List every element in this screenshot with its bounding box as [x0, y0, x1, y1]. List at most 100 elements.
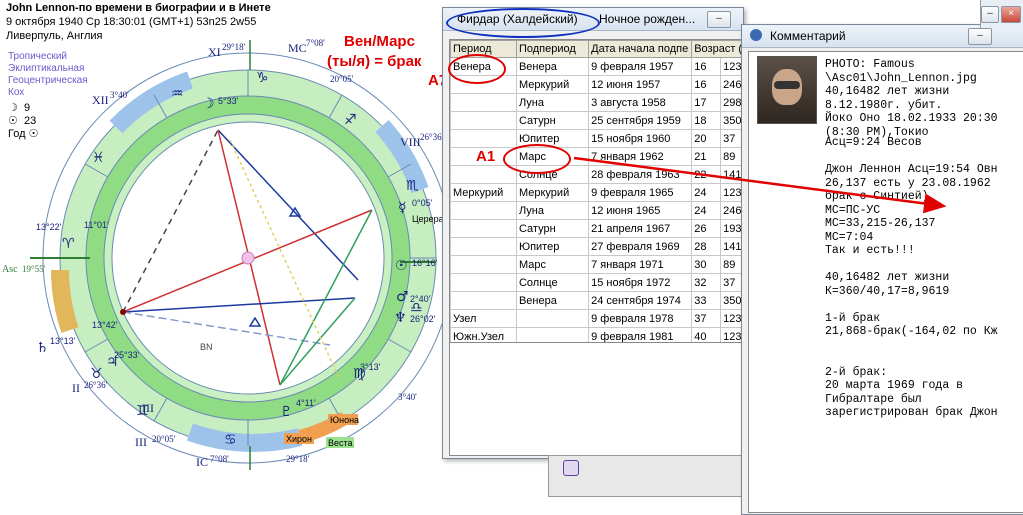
highlight-venus-period [448, 54, 506, 84]
cell-days: 89 [720, 147, 742, 166]
comment-line: Асц=9:24 Весов [825, 136, 922, 149]
minimize-button[interactable]: – [968, 28, 992, 45]
natal-chart-wheel: BN XI 29°18' MC 7°08' XII 3°40' VIII 26°… [2, 38, 445, 470]
cell-days: 123 [720, 309, 742, 328]
cell-age: 22 [691, 165, 722, 184]
mars-icon: ♂ [396, 289, 409, 305]
comment-line: зарегистрирован брак Джон [825, 406, 998, 419]
highlight-firdar-tab [446, 8, 600, 38]
cell-date: 15 ноября 1972 [588, 273, 693, 292]
cell-period [450, 111, 517, 130]
comment-line: Гибралтаре был [825, 392, 922, 406]
cell-date: 9 февраля 1957 [588, 57, 693, 76]
comment-line: МС=ПС-УС [825, 203, 881, 217]
planet-degree: 5°33' [218, 96, 239, 106]
col-start-date[interactable]: Дата начала подпе [588, 40, 693, 58]
annotation-ven-mars: Вен/Марс [344, 33, 415, 50]
table-row[interactable]: Меркурий Меркурий 9 февраля 1965 24 123 [450, 183, 742, 202]
table-row[interactable]: Сатурн 21 апреля 1967 26 193 [450, 219, 742, 238]
cell-period: Южн.Узел [450, 327, 517, 342]
cell-days: 350 [720, 111, 742, 130]
chiron-label: Хирон [286, 434, 312, 444]
cell-period: Меркурий [450, 183, 517, 202]
house-iii-degree: 20°05' [152, 434, 176, 444]
comment-line: \Asc01\John_Lennon.jpg [825, 71, 977, 85]
comment-line [825, 352, 998, 366]
cell-sub [515, 327, 590, 342]
cell-days: 246 [720, 201, 742, 220]
cell-period [450, 255, 517, 274]
moon-icon: ☽ [202, 96, 215, 112]
comment-line: Так и есть!!! [825, 244, 915, 257]
cell-period [450, 273, 517, 292]
mercury-icon: ☿ [398, 200, 407, 216]
cell-period [450, 237, 517, 256]
cell-period [450, 219, 517, 238]
cell-date: 3 августа 1958 [588, 93, 693, 112]
table-row[interactable]: Сатурн 25 сентября 1959 18 350 [450, 111, 742, 130]
capricorn-icon: ♑ [256, 70, 269, 86]
settings-icon[interactable] [563, 460, 579, 476]
comment-line [825, 150, 998, 164]
pisces-icon: ♓ [92, 150, 105, 166]
planet-degree: 4°11' [296, 398, 316, 408]
tab-night-birth[interactable]: Ночное рожден... [599, 12, 695, 26]
cell-date: 21 апреля 1967 [588, 219, 693, 238]
cell-sub: Юпитер [515, 237, 590, 256]
highlight-mars-subperiod [503, 144, 571, 174]
cell-age: 24 [691, 183, 722, 202]
table-row[interactable]: Узел 9 февраля 1978 37 123 [450, 309, 742, 328]
taurus-icon: ♉ [90, 366, 103, 382]
cell-days: 298 [720, 93, 742, 112]
planet-degree: 0°05' [412, 198, 433, 208]
annotation-a1: А1 [476, 148, 496, 165]
cell-sub: Сатурн [515, 219, 590, 238]
planet-degree: 13°13' [50, 336, 76, 346]
minimize-button[interactable]: – [981, 6, 999, 23]
house-iii-label: III [135, 435, 147, 449]
ic-label: IC [196, 455, 208, 469]
cell-age: 33 [691, 291, 722, 310]
table-row[interactable]: Луна 12 июня 1965 24 246 [450, 201, 742, 220]
comment-line: брак с Синтией) [825, 190, 929, 203]
annotation-marriage: (ты/я) = брак [327, 53, 422, 70]
comment-line: PHOTO: Famous [825, 58, 915, 71]
libra-icon: ♎ [410, 300, 423, 316]
app-icon [750, 29, 762, 41]
minimize-button[interactable]: – [707, 11, 731, 28]
close-button[interactable]: × [1001, 6, 1021, 23]
table-row[interactable]: Юпитер 15 ноября 1960 20 37 [450, 129, 742, 148]
comment-line: МС=33,215-26,137 [825, 217, 936, 230]
table-row[interactable]: Юпитер 27 февраля 1969 28 141 [450, 237, 742, 256]
comment-line: 40,16482 лет жизни [825, 85, 950, 98]
table-row[interactable]: Солнце 15 ноября 1972 32 37 [450, 273, 742, 292]
comment-titlebar[interactable]: Комментарий – [742, 25, 1023, 48]
firdar-table-container: Период Подпериод Дата начала подпе Возра… [449, 39, 743, 343]
table-row[interactable]: Солнце 28 февраля 1963 22 141 [450, 165, 742, 184]
cell-age: 21 [691, 147, 722, 166]
comment-line: 1-й брак [825, 311, 881, 325]
col-age[interactable]: Возраст (л [691, 40, 742, 58]
comment-body[interactable]: PHOTO: Famous \Asc01\John_Lennon.jpg 40,16… [748, 51, 1023, 513]
cell-age: 20 [691, 129, 722, 148]
firdar-table: Период Подпериод Дата начала подпе Возра… [450, 40, 742, 342]
col-subperiod[interactable]: Подпериод [515, 40, 590, 58]
sagittarius-icon: ♐ [344, 112, 357, 128]
cell-age: 37 [691, 309, 722, 328]
cell-date: 24 сентября 1974 [588, 291, 693, 310]
cell-sub: Венера [515, 57, 590, 76]
table-row[interactable]: Южн.Узел 9 февраля 1981 40 123 [450, 327, 742, 342]
planet-degree: 13°22' [36, 222, 62, 232]
comment-window[interactable]: Комментарий – PHOTO: Famous \Asc01\John_L… [741, 24, 1023, 515]
comment-line: К=360/40,17=8,9619 [825, 284, 950, 298]
gemini-icon: ♊ [136, 403, 149, 419]
cell-sub: Луна [515, 201, 590, 220]
table-row[interactable]: Марс 7 января 1971 30 89 [450, 255, 742, 274]
background-window [548, 455, 750, 497]
table-row[interactable]: Венера 24 сентября 1974 33 350 [450, 291, 742, 310]
table-row[interactable]: Луна 3 августа 1958 17 298 [450, 93, 742, 112]
cell-date: 9 февраля 1978 [588, 309, 693, 328]
cell-sub [515, 309, 590, 328]
cell-sub: Солнце [515, 273, 590, 292]
cell-date: 12 июня 1965 [588, 201, 693, 220]
